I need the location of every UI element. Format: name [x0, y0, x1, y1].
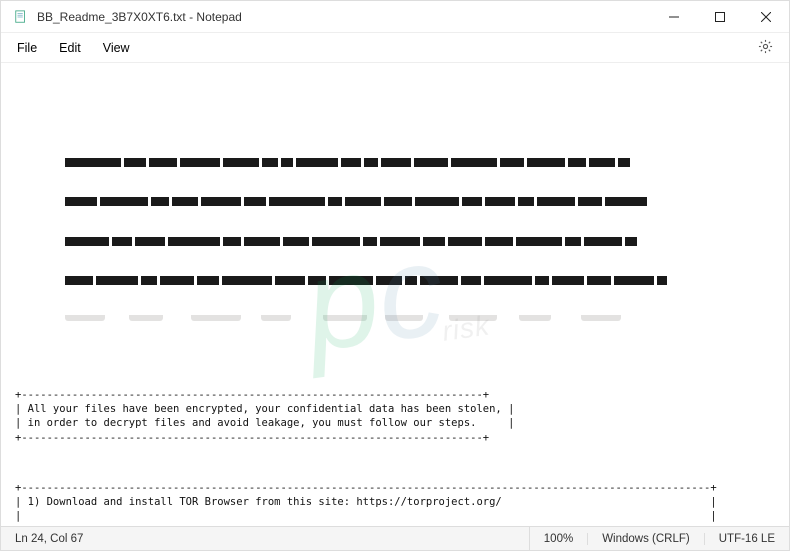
statusbar: Ln 24, Col 67 100% Windows (CRLF) UTF-16…	[1, 526, 789, 550]
maximize-button[interactable]	[697, 1, 743, 33]
menubar: File Edit View	[1, 33, 789, 63]
minimize-button[interactable]	[651, 1, 697, 33]
window-title: BB_Readme_3B7X0XT6.txt - Notepad	[37, 10, 651, 24]
text-area[interactable]: +---------------------------------------…	[1, 63, 789, 526]
status-zoom: 100%	[530, 533, 588, 545]
box1: +---------------------------------------…	[15, 388, 775, 445]
status-eol: Windows (CRLF)	[588, 533, 705, 545]
settings-button[interactable]	[748, 35, 783, 61]
window-controls	[651, 1, 789, 33]
menu-edit[interactable]: Edit	[49, 37, 91, 59]
ascii-banner	[15, 116, 775, 350]
notepad-window: BB_Readme_3B7X0XT6.txt - Notepad File Ed…	[0, 0, 790, 551]
status-encoding: UTF-16 LE	[705, 533, 789, 545]
close-button[interactable]	[743, 1, 789, 33]
menu-view[interactable]: View	[93, 37, 140, 59]
box2: +---------------------------------------…	[15, 481, 775, 526]
notepad-icon	[13, 9, 29, 25]
status-position: Ln 24, Col 67	[1, 527, 530, 550]
titlebar: BB_Readme_3B7X0XT6.txt - Notepad	[1, 1, 789, 33]
menu-file[interactable]: File	[7, 37, 47, 59]
